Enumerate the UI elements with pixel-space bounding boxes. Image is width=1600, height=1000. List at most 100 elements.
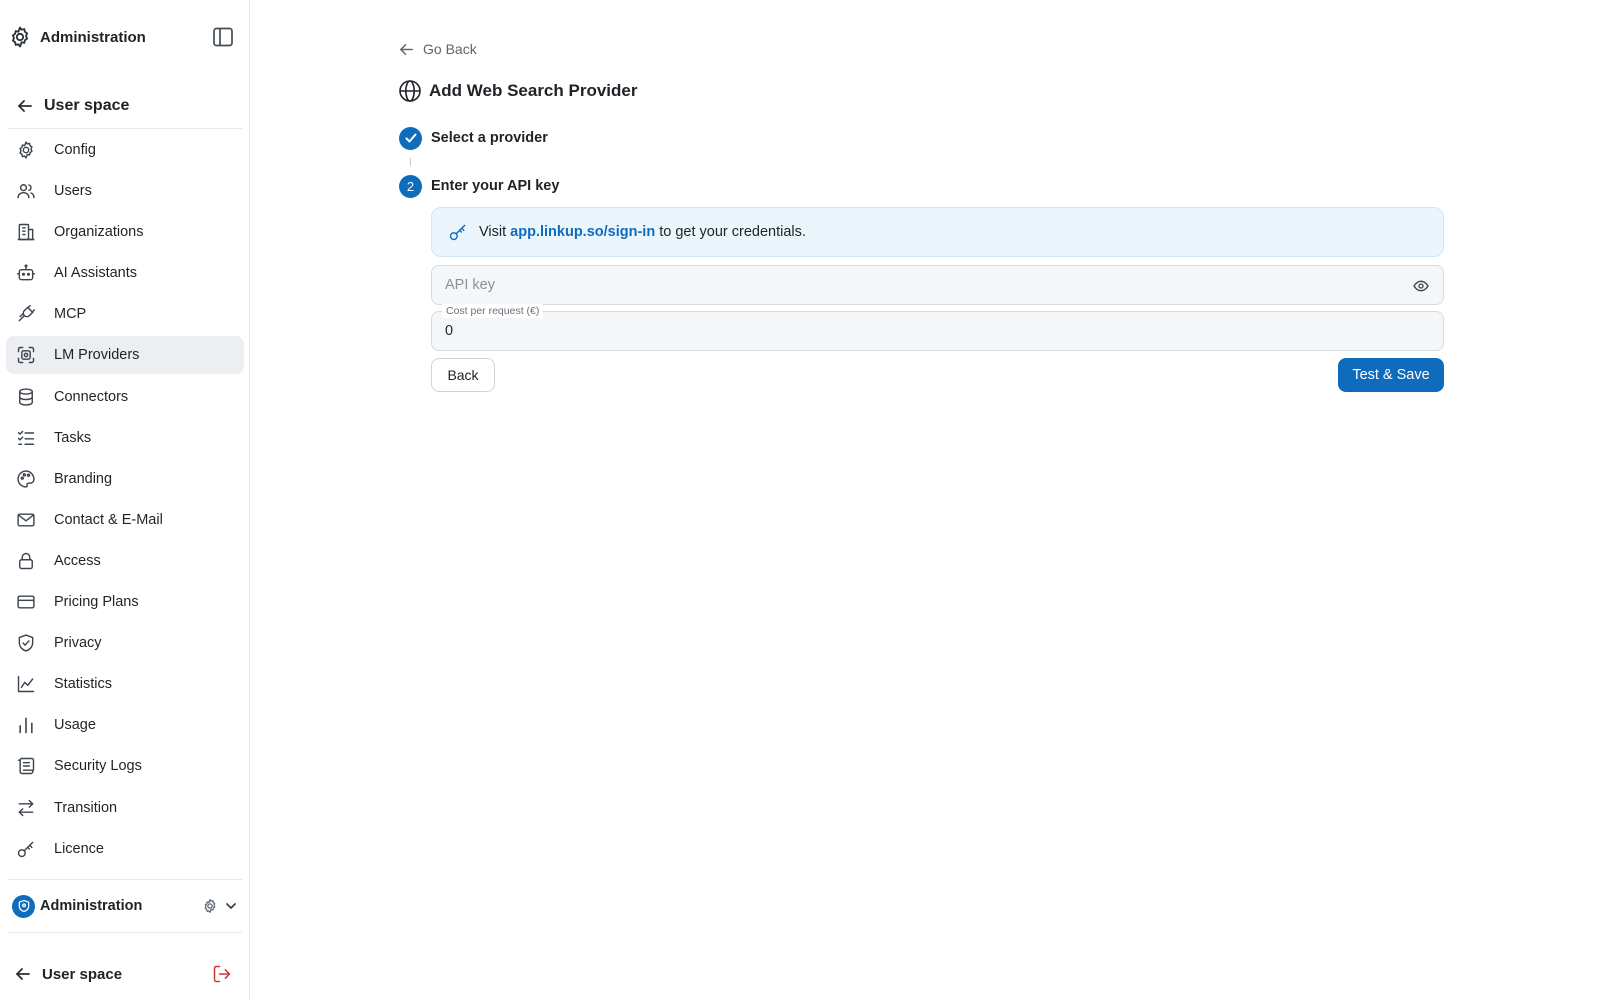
page-title-text: Add Web Search Provider [429, 81, 638, 100]
step-select-provider[interactable]: Select a provider [399, 126, 548, 150]
back-button[interactable]: Back [431, 358, 495, 392]
go-back-label: Go Back [423, 41, 477, 57]
sidebar-item-label: Access [54, 552, 101, 569]
palette-icon [16, 469, 36, 489]
settings-icon [16, 140, 36, 160]
sidebar-item-security-logs[interactable]: Security Logs [6, 747, 244, 785]
sidebar-item-connectors[interactable]: Connectors [6, 378, 244, 416]
sidebar-item-label: MCP [54, 306, 87, 323]
sidebar-item-label: Organizations [54, 224, 144, 241]
arrow-left-icon [398, 41, 415, 58]
sidebar-item-users[interactable]: Users [6, 172, 244, 210]
page-title: Add Web Search Provider [398, 78, 637, 104]
sidebar-item-mcp[interactable]: MCP [6, 295, 244, 333]
check-icon [399, 126, 422, 150]
sidebar-nav: Config Users Organizations AI Assistants… [6, 131, 244, 871]
sidebar-item-label: Users [54, 183, 92, 200]
server-icon [16, 345, 36, 365]
bar-chart-icon [16, 715, 36, 735]
sidebar-item-usage[interactable]: Usage [6, 706, 244, 744]
step-label: Select a provider [431, 130, 548, 146]
sidebar-item-access[interactable]: Access [6, 542, 244, 580]
sidebar-item-licence[interactable]: Licence [6, 830, 244, 868]
test-and-save-button[interactable]: Test & Save [1338, 358, 1444, 392]
sidebar-item-label: AI Assistants [54, 265, 138, 282]
scroll-text-icon [16, 756, 36, 776]
sidebar-item-label: Config [54, 142, 96, 158]
lock-icon [16, 551, 36, 571]
go-back-link[interactable]: Go Back [398, 38, 477, 60]
step-connector [410, 158, 411, 166]
gear-icon [8, 25, 32, 49]
api-key-input[interactable] [432, 266, 1443, 304]
bot-icon [16, 263, 36, 283]
credentials-info-text: Visit app.linkup.so/sign-in to get your … [479, 224, 806, 240]
sidebar-item-label: Pricing Plans [54, 594, 139, 611]
credentials-info-box: Visit app.linkup.so/sign-in to get your … [431, 207, 1444, 257]
back-to-user-space-link[interactable]: User space [8, 90, 242, 122]
sidebar-item-label: Contact & E-Mail [54, 511, 163, 528]
sidebar: Administration User space Config Users O… [0, 0, 250, 1000]
api-key-field [431, 265, 1444, 305]
globe-icon [398, 79, 422, 103]
sidebar-item-config[interactable]: Config [6, 131, 244, 169]
sidebar-item-branding[interactable]: Branding [6, 460, 244, 498]
provider-signin-link[interactable]: app.linkup.so/sign-in [510, 224, 655, 240]
organization-shield-icon [12, 894, 35, 918]
step-label: Enter your API key [431, 178, 560, 194]
sidebar-item-label: Security Logs [54, 758, 142, 775]
user-space-label: User space [42, 965, 123, 983]
sidebar-item-label: Connectors [54, 388, 129, 405]
sidebar-item-label: Privacy [54, 635, 102, 652]
sidebar-item-label: Usage [54, 717, 96, 734]
credit-card-icon [16, 592, 36, 612]
sidebar-item-transition[interactable]: Transition [6, 789, 244, 827]
organization-label: Administration [40, 898, 143, 914]
step-number: 2 [399, 174, 422, 198]
sidebar-item-contact-email[interactable]: Contact & E-Mail [6, 501, 244, 539]
cost-per-request-input[interactable] [432, 312, 1443, 350]
organization-settings-icon[interactable] [202, 898, 218, 914]
logout-icon[interactable] [212, 964, 232, 984]
organization-switcher[interactable]: Administration [8, 890, 242, 922]
app-title: Administration [40, 28, 146, 46]
plug-icon [16, 304, 36, 324]
chevron-down-icon[interactable] [224, 899, 238, 913]
sidebar-item-label: Licence [54, 840, 104, 857]
sidebar-item-tasks[interactable]: Tasks [6, 419, 244, 457]
arrow-left-icon [16, 97, 34, 115]
database-icon [16, 387, 36, 407]
arrows-swap-icon [16, 798, 36, 818]
sidebar-header: Administration [8, 22, 242, 52]
sidebar-divider [8, 128, 242, 129]
sidebar-toggle-icon[interactable] [210, 24, 236, 50]
sidebar-divider [8, 879, 242, 880]
sidebar-item-statistics[interactable]: Statistics [6, 665, 244, 703]
shield-check-icon [16, 633, 36, 653]
mail-icon [16, 510, 36, 530]
cost-per-request-field: Cost per request (€) [431, 304, 1444, 351]
building-icon [16, 222, 36, 242]
sidebar-item-pricing-plans[interactable]: Pricing Plans [6, 583, 244, 621]
sidebar-item-privacy[interactable]: Privacy [6, 624, 244, 662]
sidebar-divider [8, 932, 242, 933]
sidebar-item-label: Statistics [54, 676, 113, 693]
list-checks-icon [16, 428, 36, 448]
key-icon [448, 222, 468, 242]
users-icon [16, 181, 36, 201]
sidebar-item-label: Branding [54, 470, 113, 487]
key-icon [16, 839, 36, 859]
sidebar-item-organizations[interactable]: Organizations [6, 213, 244, 251]
sidebar-item-lm-providers[interactable]: LM Providers [6, 336, 244, 375]
chart-line-icon [16, 674, 36, 694]
step-enter-api-key: 2 Enter your API key [399, 174, 559, 198]
info-suffix: to get your credentials. [659, 224, 806, 240]
sidebar-item-label: LM Providers [54, 347, 140, 364]
sidebar-item-label: Tasks [54, 429, 92, 446]
sidebar-item-ai-assistants[interactable]: AI Assistants [6, 254, 244, 292]
sidebar-item-label: Transition [54, 799, 118, 816]
arrow-left-icon [14, 965, 32, 983]
info-prefix: Visit [479, 224, 507, 240]
user-space-link[interactable]: User space [8, 958, 242, 990]
eye-icon[interactable] [1413, 278, 1429, 294]
